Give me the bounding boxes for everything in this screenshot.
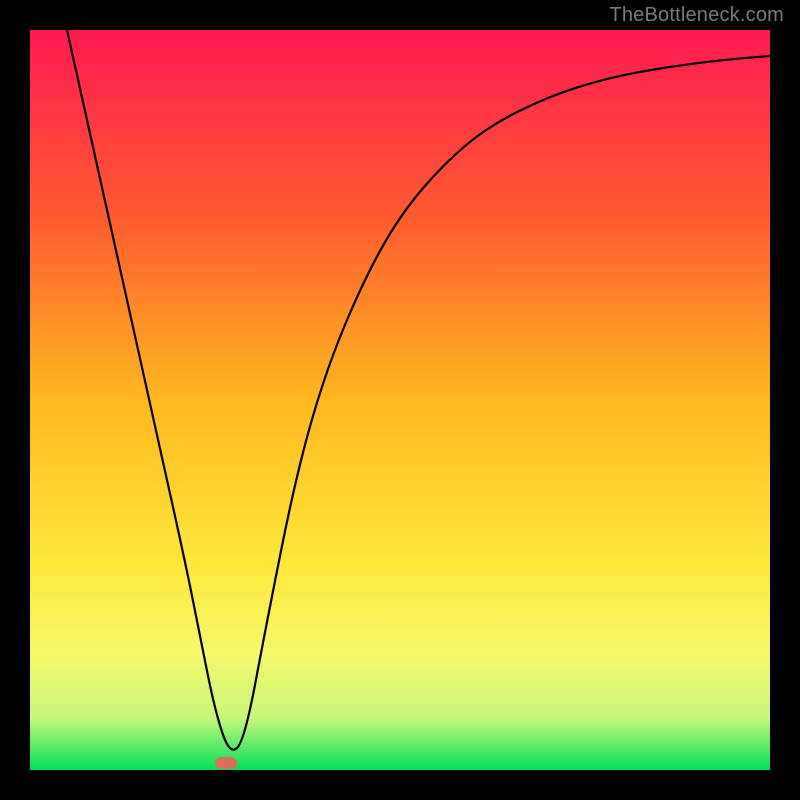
- chart-frame: TheBottleneck.com: [0, 0, 800, 800]
- plot-svg: [30, 30, 770, 770]
- plot-area: [30, 30, 770, 770]
- gradient-background: [30, 30, 770, 770]
- optimum-marker: [215, 757, 237, 769]
- watermark-text: TheBottleneck.com: [609, 4, 784, 27]
